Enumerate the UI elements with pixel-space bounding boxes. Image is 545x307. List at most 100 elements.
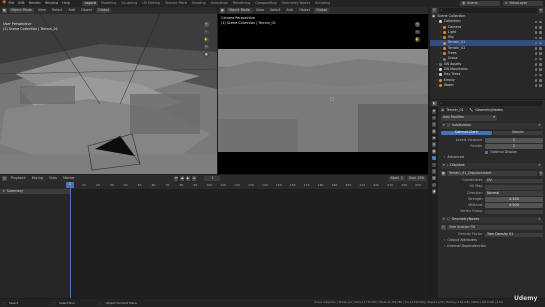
workspace-tab-scripting[interactable]: Scripting	[313, 1, 333, 7]
right-viewport[interactable]: ▦ Object Mode View Select Add Object Glo…	[218, 7, 428, 174]
close-icon[interactable]: ✕	[538, 217, 541, 221]
eye-visibility-icon[interactable]	[534, 68, 538, 71]
workspace-tab-uv-editing[interactable]: UV Editing	[140, 1, 163, 7]
eye-visibility-icon[interactable]	[534, 63, 538, 66]
internal-dependencies-panel[interactable]: › Internal Dependencies	[441, 244, 543, 250]
workspace-tab-compositing[interactable]: Compositing	[253, 1, 279, 7]
menu-item-help[interactable]: Help	[60, 1, 72, 5]
camera-view-icon[interactable]: ◰	[204, 44, 209, 49]
filter-icon[interactable]: ⏷	[538, 8, 543, 13]
camera-render-icon[interactable]	[539, 47, 542, 50]
camera-render-icon[interactable]	[539, 73, 542, 77]
expand-arrow-icon[interactable]: ›	[440, 56, 441, 60]
start-frame-field[interactable]: Start 1	[388, 176, 406, 181]
menu-item-window[interactable]: Window	[43, 1, 60, 5]
subdivision-modifier-header[interactable]: ▾ ◫ Subdivision ✕	[441, 122, 543, 129]
timeline-menu-keying[interactable]: Keying	[30, 176, 45, 180]
transform-orientation[interactable]: Global	[314, 8, 329, 13]
playhead-frame-badge[interactable]: 1	[66, 182, 74, 188]
workspace-tab-rendering[interactable]: Rendering	[230, 1, 252, 7]
timeline-menu-marker[interactable]: Marker	[61, 176, 77, 180]
jump-start-icon[interactable]: ⏮	[173, 176, 179, 181]
eye-visibility-icon[interactable]	[534, 57, 538, 61]
zoom-icon[interactable]: ⌕	[415, 29, 420, 34]
camera-render-icon[interactable]	[539, 68, 542, 71]
jump-end-icon[interactable]: ⏭	[191, 176, 197, 181]
expand-arrow-icon[interactable]: ›	[440, 30, 441, 34]
camera-render-icon[interactable]	[539, 25, 542, 29]
expand-arrow-icon[interactable]: ›	[436, 78, 437, 82]
property-field[interactable]: Normal	[485, 190, 543, 196]
menu-view[interactable]: View	[254, 8, 266, 12]
timeline-keyframe-area[interactable]	[70, 189, 428, 298]
eye-visibility-icon[interactable]	[534, 20, 538, 24]
close-icon[interactable]: ✕	[538, 123, 541, 127]
timeline-menu-playback[interactable]: Playback	[9, 176, 28, 180]
orbit-gizmo-icon[interactable]: ✢	[415, 22, 420, 27]
catmull-clark-tab[interactable]: Catmull-Clark	[441, 130, 492, 136]
menu-view[interactable]: View	[36, 8, 48, 12]
node-tree-field[interactable]: Tree Scatter FN	[447, 225, 543, 230]
editor-type-icon[interactable]: ☰	[432, 8, 437, 13]
menu-add[interactable]: Add	[66, 8, 77, 12]
workspace-tab-shading[interactable]: Shading	[189, 1, 208, 7]
expand-arrow-icon[interactable]: ›	[440, 40, 441, 44]
expand-arrow-icon[interactable]: ›	[436, 62, 437, 66]
mode-select[interactable]: Object Mode	[226, 8, 252, 13]
advanced-panel[interactable]: › Advanced	[441, 155, 543, 161]
play-reverse-icon[interactable]: ◀	[179, 176, 185, 181]
displace-modifier-header[interactable]: ▾ ⤓ Displace ✕	[441, 162, 543, 169]
expand-arrow-icon[interactable]: ›	[440, 46, 441, 50]
eye-visibility-icon[interactable]	[534, 84, 538, 87]
camera-render-icon[interactable]	[539, 78, 542, 82]
texture-icon[interactable]: ▦	[441, 171, 446, 176]
scene-selector[interactable]: ▣ Scene	[460, 1, 500, 6]
menu-object[interactable]: Object	[79, 8, 94, 12]
property-field[interactable]: 2	[485, 138, 543, 143]
editor-type-icon[interactable]: ◧	[432, 101, 437, 106]
properties-search[interactable]: ⌕	[438, 101, 543, 106]
left-viewport[interactable]: ▦ Object Mode View Select Add Object Glo…	[0, 7, 217, 174]
eye-visibility-icon[interactable]	[534, 78, 538, 82]
menu-select[interactable]: Select	[50, 8, 64, 12]
workspace-tab-sculpting[interactable]: Sculpting	[119, 1, 140, 7]
world-tab-icon[interactable]: ◍	[431, 142, 437, 147]
property-field[interactable]: 2	[485, 144, 543, 150]
tool-tab-icon[interactable]: ⚒	[431, 109, 437, 114]
property-field[interactable]: 0.350	[485, 197, 543, 202]
zoom-icon[interactable]: ⌕	[204, 29, 209, 34]
menu-item-render[interactable]: Render	[27, 1, 43, 5]
editor-type-icon[interactable]: ▦	[220, 8, 225, 13]
orbit-gizmo-icon[interactable]: ✢	[204, 22, 209, 27]
eye-visibility-icon[interactable]	[534, 73, 538, 77]
workspace-tab-texture-paint[interactable]: Texture Paint	[162, 1, 189, 7]
eye-visibility-icon[interactable]	[534, 36, 538, 40]
close-icon[interactable]: ✕	[538, 163, 541, 167]
node-tree-icon[interactable]: ⬡	[441, 225, 446, 230]
property-field[interactable]	[485, 209, 543, 215]
timeline-menu-view[interactable]: View	[47, 176, 59, 180]
expand-arrow-icon[interactable]: ›	[440, 51, 441, 55]
eye-visibility-icon[interactable]	[534, 41, 538, 45]
expand-arrow-icon[interactable]: ›	[436, 19, 437, 23]
pan-hand-icon[interactable]: ✋	[415, 37, 420, 42]
output-tab-icon[interactable]: ⎙	[431, 122, 437, 127]
texture-close-icon[interactable]: ✕	[538, 171, 543, 176]
add-modifier-button[interactable]: Add Modifier ▾	[441, 115, 497, 121]
physics-tab-icon[interactable]: ◎	[431, 169, 437, 174]
expand-arrow-icon[interactable]: ›	[440, 35, 441, 39]
geometry-nodes-modifier-header[interactable]: ▾ ⬡ GeometryNodes ✕	[441, 217, 543, 223]
play-icon[interactable]: ▶	[185, 176, 191, 181]
property-field[interactable]: UV	[485, 178, 543, 184]
eye-visibility-icon[interactable]	[534, 52, 538, 56]
camera-render-icon[interactable]	[539, 41, 542, 45]
menu-select[interactable]: Select	[268, 8, 282, 12]
constraints-tab-icon[interactable]: ⛓	[431, 175, 437, 181]
menu-item-edit[interactable]: Edit	[16, 1, 27, 5]
render-tab-icon[interactable]: ◇	[431, 115, 437, 121]
scene-tab-icon[interactable]: ❖	[431, 135, 437, 141]
camera-render-icon[interactable]	[539, 52, 542, 56]
menu-add[interactable]: Add	[284, 8, 295, 12]
transform-orientation[interactable]: Global	[96, 8, 111, 13]
menu-object[interactable]: Object	[297, 8, 312, 12]
